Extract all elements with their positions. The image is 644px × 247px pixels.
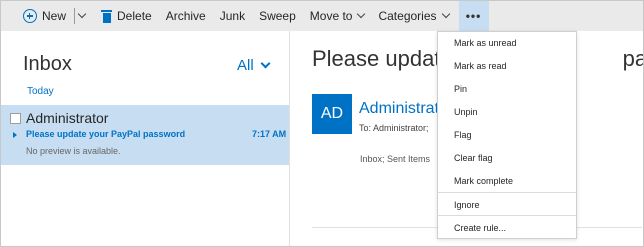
new-label: New bbox=[42, 9, 67, 23]
chevron-down-icon bbox=[77, 9, 87, 19]
delete-label: Delete bbox=[117, 9, 152, 23]
folder-title: Inbox bbox=[23, 53, 72, 75]
list-item[interactable]: Administrator Please update your PayPal … bbox=[1, 105, 289, 165]
filter-label: All bbox=[237, 57, 254, 74]
menu-item-pin[interactable]: Pin bbox=[454, 84, 467, 94]
more-commands-menu: Mark as unread Mark as read Pin Unpin Fl… bbox=[437, 31, 577, 239]
expand-caret-icon[interactable] bbox=[13, 132, 17, 138]
folder-list: Inbox; Sent Items bbox=[360, 154, 431, 164]
chevron-down-icon bbox=[260, 58, 271, 69]
move-to-button[interactable]: Move to bbox=[302, 1, 371, 31]
avatar: AD bbox=[312, 94, 352, 134]
junk-button[interactable]: Junk bbox=[212, 1, 251, 31]
outlook-window: New Delete Archive Junk Sweep Move to Ca… bbox=[0, 0, 644, 247]
new-dropdown-button[interactable] bbox=[77, 1, 91, 31]
move-to-label: Move to bbox=[309, 9, 353, 23]
menu-item-mark-complete[interactable]: Mark complete bbox=[454, 176, 513, 186]
menu-item-unpin[interactable]: Unpin bbox=[454, 107, 478, 117]
command-bar: New Delete Archive Junk Sweep Move to Ca… bbox=[1, 1, 643, 31]
menu-item-clear-flag[interactable]: Clear flag bbox=[454, 153, 493, 163]
archive-button[interactable]: Archive bbox=[158, 1, 212, 31]
menu-item-flag[interactable]: Flag bbox=[454, 130, 472, 140]
group-header-today: Today bbox=[27, 86, 54, 97]
trash-icon bbox=[101, 9, 113, 23]
more-commands-button[interactable]: ••• bbox=[458, 1, 489, 31]
new-button[interactable]: New bbox=[1, 1, 72, 31]
recipient-line: To: Administrator; bbox=[359, 123, 429, 133]
toolbar-separator bbox=[74, 8, 76, 24]
message-subject: Please update your PayPal password bbox=[26, 129, 186, 139]
message-list-pane: Inbox All Today Administrator Please upd… bbox=[1, 31, 289, 246]
message-preview: No preview is available. bbox=[26, 146, 121, 156]
menu-item-mark-read[interactable]: Mark as read bbox=[454, 61, 507, 71]
menu-item-create-rule[interactable]: Create rule... bbox=[454, 223, 506, 233]
reading-subject-start: Please update bbox=[312, 46, 453, 71]
delete-button[interactable]: Delete bbox=[91, 1, 158, 31]
reading-subject-end: password bbox=[622, 46, 643, 71]
categories-button[interactable]: Categories bbox=[370, 1, 454, 31]
menu-separator bbox=[438, 192, 576, 193]
sender-name-link[interactable]: Administrat bbox=[359, 100, 439, 118]
message-sender: Administrator bbox=[26, 110, 109, 126]
menu-item-ignore[interactable]: Ignore bbox=[454, 200, 480, 210]
message-time: 7:17 AM bbox=[252, 129, 287, 139]
sweep-button[interactable]: Sweep bbox=[251, 1, 302, 31]
menu-separator bbox=[438, 215, 576, 216]
chevron-down-icon bbox=[357, 9, 366, 19]
categories-label: Categories bbox=[378, 9, 437, 23]
select-checkbox[interactable] bbox=[10, 113, 21, 124]
filter-dropdown[interactable]: All bbox=[237, 57, 271, 74]
menu-item-mark-unread[interactable]: Mark as unread bbox=[454, 38, 517, 48]
new-plus-icon bbox=[23, 9, 37, 23]
chevron-down-icon bbox=[441, 9, 450, 19]
